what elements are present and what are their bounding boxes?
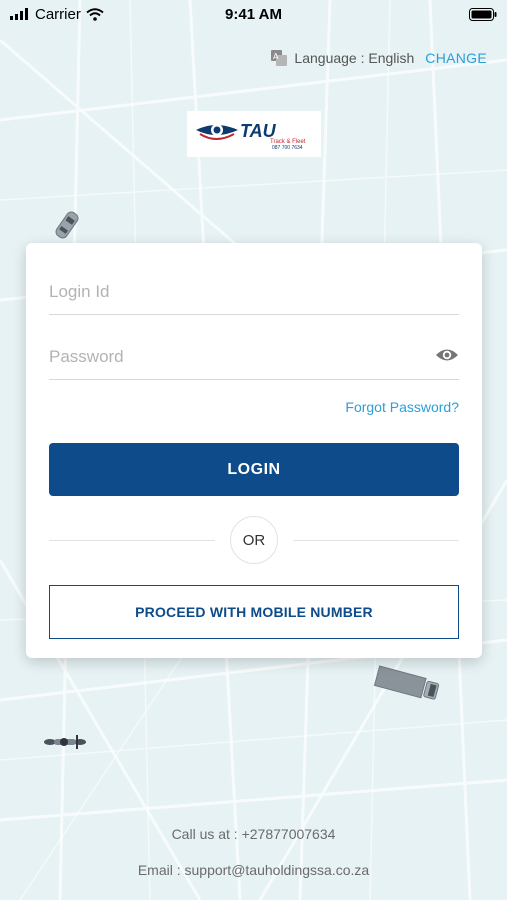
carrier-label: Carrier xyxy=(35,5,81,23)
password-field xyxy=(49,330,459,380)
svg-text:A: A xyxy=(273,52,279,61)
tau-logo-graphic: TAU Track & Fleet 087 700 7634 xyxy=(196,121,306,151)
or-divider: OR xyxy=(49,516,459,566)
login-id-field xyxy=(49,265,459,315)
password-input[interactable] xyxy=(49,330,459,379)
logo-phone: 087 700 7634 xyxy=(272,145,303,151)
motorbike-icon xyxy=(44,735,86,749)
or-line-right xyxy=(293,540,459,541)
login-button[interactable]: LOGIN xyxy=(49,443,459,496)
status-right xyxy=(469,7,497,21)
tau-logo: TAU Track & Fleet 087 700 7634 xyxy=(187,111,321,157)
status-left: Carrier xyxy=(10,6,104,23)
translate-icon: A xyxy=(271,50,288,66)
login-card: Forgot Password? LOGIN OR PROCEED WITH M… xyxy=(26,243,482,658)
status-bar: Carrier 9:41 AM xyxy=(0,0,507,28)
proceed-mobile-button[interactable]: PROCEED WITH MOBILE NUMBER xyxy=(49,585,459,639)
or-line-left xyxy=(49,540,215,541)
call-us-text: Call us at : +27877007634 xyxy=(171,826,336,842)
or-badge: OR xyxy=(230,516,278,564)
eye-icon[interactable] xyxy=(435,346,459,364)
signal-icon xyxy=(10,8,28,20)
battery-icon xyxy=(469,7,497,21)
language-label: Language : English xyxy=(294,50,415,66)
car-icon xyxy=(55,211,79,239)
wifi-icon xyxy=(86,7,104,21)
logo-brand: TAU xyxy=(240,121,277,141)
language-row: A Language : English CHANGE xyxy=(271,50,487,66)
login-id-input[interactable] xyxy=(49,265,459,314)
change-language-button[interactable]: CHANGE xyxy=(425,50,487,66)
forgot-password-link[interactable]: Forgot Password? xyxy=(345,399,459,415)
truck-icon xyxy=(373,665,440,700)
support-email-text: Email : support@tauholdingssa.co.za xyxy=(137,862,370,878)
